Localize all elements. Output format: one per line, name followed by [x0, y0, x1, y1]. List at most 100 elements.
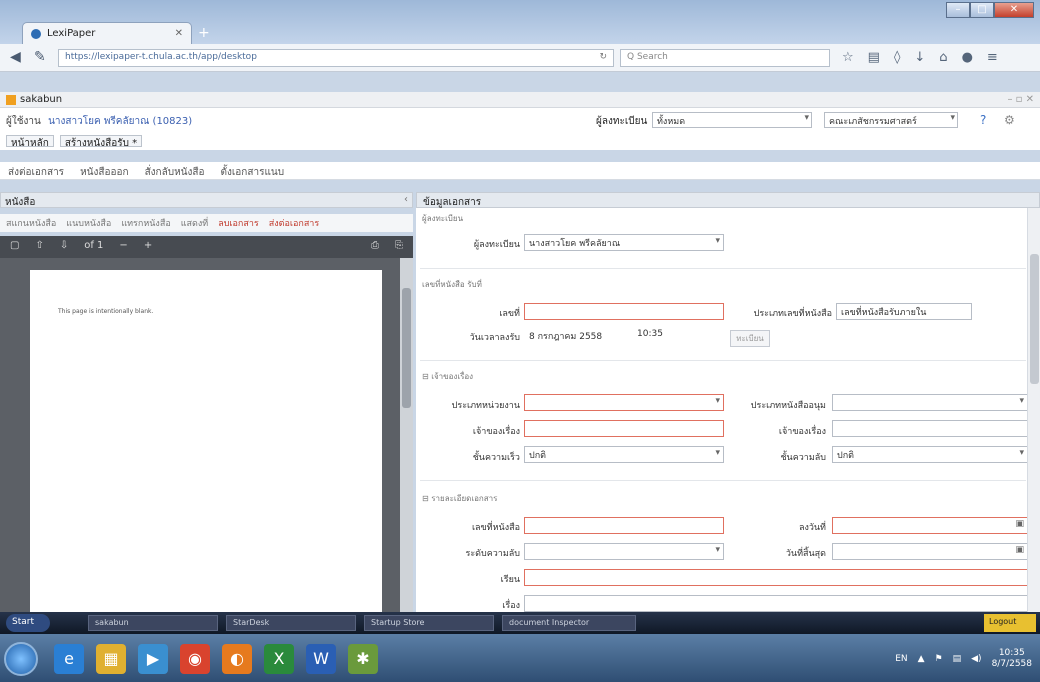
divider [420, 360, 1026, 361]
owner2-field[interactable] [832, 420, 1028, 437]
org-type-select[interactable]: ▾ [524, 394, 724, 411]
chrome-icon[interactable]: ◉ [180, 644, 210, 674]
pdf-scrollbar[interactable] [400, 258, 413, 612]
delete-document-button[interactable]: ลบเอกสาร [218, 216, 259, 230]
app-start-button[interactable]: Start [6, 614, 50, 632]
volume-icon[interactable]: ◀) [971, 654, 981, 664]
reading-list-icon[interactable]: ▤ [868, 50, 880, 65]
menu-icon[interactable]: ≡ [987, 50, 998, 65]
flag-icon[interactable]: ⚑ [935, 654, 943, 664]
number-field[interactable] [524, 303, 724, 320]
form-scrollbar[interactable] [1027, 208, 1040, 612]
ie-icon[interactable]: e [54, 644, 84, 674]
to-field[interactable] [524, 569, 1028, 586]
date2-field[interactable]: ▣ [832, 517, 1028, 534]
zoom-out-icon[interactable]: − [119, 240, 127, 254]
calendar-icon[interactable]: ▣ [1015, 545, 1024, 555]
sidebar-toggle-icon[interactable]: ▢ [10, 240, 19, 254]
download-icon[interactable]: ↓ [914, 50, 925, 65]
taskbar-item-document-inspector[interactable]: document Inspector [502, 615, 636, 631]
url-bar[interactable]: https://lexipaper-t.chula.ac.th/app/desk… [58, 49, 614, 67]
print-icon[interactable]: ⎙ [371, 240, 379, 254]
book-type-select[interactable]: ▾ [832, 394, 1028, 411]
app-tool-icon[interactable]: ✱ [348, 644, 378, 674]
back-icon[interactable]: ◀ [10, 49, 21, 65]
bookmark-star-icon[interactable]: ☆ [842, 50, 854, 65]
pdf-viewer[interactable]: This page is intentionally blank. [0, 258, 413, 612]
language-indicator[interactable]: EN [895, 654, 907, 664]
show-button[interactable]: แสดงที่ [181, 216, 208, 230]
attach-button[interactable]: แนบหนังสือ [66, 216, 111, 230]
home-icon[interactable]: ⌂ [939, 50, 947, 65]
user-row: ผู้ใช้งาน นางสาวโยค พรีคลัยาณ (10823) ผู… [0, 108, 1040, 132]
windows-taskbar: e ▦ ▶ ◉ ◐ X W ✱ EN ▲ ⚑ ▤ ◀) 10:35 8/7/25… [0, 634, 1040, 682]
minimize-button[interactable]: – [946, 2, 970, 18]
registrar-filter-select[interactable]: ทั้งหมด ▾ [652, 112, 812, 128]
media-icon[interactable]: ▶ [138, 644, 168, 674]
subject-field[interactable] [524, 595, 1028, 612]
chevron-down-icon: ▾ [715, 448, 720, 458]
page-up-icon[interactable]: ⇧ [35, 240, 43, 254]
document-info-form: ผู้ลงทะเบียน ผู้ลงทะเบียน นางสาวโยค พรีค… [416, 208, 1040, 612]
scan-button[interactable]: สแกนหนังสือ [6, 216, 56, 230]
page-down-icon[interactable]: ⇩ [60, 240, 68, 254]
help-icon[interactable]: ? [980, 113, 986, 127]
register-button[interactable]: ทะเบียน [730, 330, 770, 347]
logout-button[interactable]: Logout [984, 614, 1036, 632]
addons-icon[interactable]: ● [962, 50, 973, 65]
send-document-button[interactable]: ส่งต่อเอกสาร [269, 216, 319, 230]
browser-titlebar: LexiPaper ✕ + – □ ✕ [0, 0, 1040, 44]
pdf-scroll-thumb[interactable] [402, 288, 411, 408]
section-book-number: เลขที่หนังสือ รับที่ [422, 280, 482, 289]
network-icon[interactable]: ▤ [953, 654, 962, 664]
collapse-icon[interactable]: ‹ [404, 194, 408, 205]
number-type-field[interactable]: เลขที่หนังสือรับภายใน [836, 303, 972, 320]
outgoing-book-button[interactable]: หนังสือออก [80, 165, 129, 178]
organization-select[interactable]: คณะเภสัชกรรมศาสตร์ ▾ [824, 112, 958, 128]
clock[interactable]: 10:35 8/7/2558 [992, 648, 1032, 670]
excel-icon[interactable]: X [264, 644, 294, 674]
windows-start-button[interactable] [4, 642, 38, 676]
doc-no-field[interactable] [524, 517, 724, 534]
maximize-button[interactable]: □ [970, 2, 994, 18]
reload-icon[interactable]: ↻ [599, 52, 607, 62]
secrecy-select[interactable]: ปกติ ▾ [832, 446, 1028, 463]
zoom-in-icon[interactable]: + [144, 240, 152, 254]
app-window-bar: sakabun – ▫ ✕ [0, 92, 1040, 108]
pocket-icon[interactable]: ◊ [894, 50, 900, 65]
received-time-field[interactable]: 10:35 [632, 327, 692, 344]
close-window-button[interactable]: ✕ [994, 2, 1034, 18]
identity-icon[interactable]: ✎ [34, 49, 46, 65]
forward-document-button[interactable]: ส่งต่อเอกสาร [8, 165, 64, 178]
registrar-select[interactable]: นางสาวโยค พรีคลัยาณ ▾ [524, 234, 724, 251]
new-tab-button[interactable]: + [198, 25, 210, 41]
attachment-button[interactable]: ตั้งเอกสารแนบ [221, 165, 285, 178]
taskbar-item-stardesk[interactable]: StarDesk [226, 615, 356, 631]
return-book-button[interactable]: สั่งกลับหนังสือ [145, 165, 205, 178]
clock-date: 8/7/2558 [991, 659, 1032, 669]
taskbar-item-startup-store[interactable]: Startup Store [364, 615, 494, 631]
download-pdf-icon[interactable]: ⎘ [395, 240, 403, 254]
section-details-title: รายละเอียดเอกสาร [431, 494, 498, 503]
search-input[interactable]: Q Search [620, 49, 830, 67]
settings-gear-icon[interactable]: ⚙ [1004, 113, 1015, 127]
word-icon[interactable]: W [306, 644, 336, 674]
owner-field[interactable] [524, 420, 724, 437]
received-date-field[interactable]: 8 กรกฎาคม 2558 [524, 327, 628, 344]
tray-arrow-icon[interactable]: ▲ [918, 654, 925, 664]
insert-button[interactable]: แทรกหนังสือ [121, 216, 170, 230]
window-mini-controls-icon[interactable]: – ▫ ✕ [1007, 94, 1034, 105]
tab-close-icon[interactable]: ✕ [175, 28, 183, 39]
confidential-select[interactable]: ▾ [524, 543, 724, 560]
expire-field[interactable]: ▣ [832, 543, 1028, 560]
user-name-link[interactable]: นางสาวโยค พรีคลัยาณ (10823) [48, 116, 192, 127]
form-scroll-thumb[interactable] [1030, 254, 1039, 384]
calendar-icon[interactable]: ▣ [1015, 519, 1024, 529]
tab-create-incoming[interactable]: สร้างหนังสือรับ * [59, 135, 143, 149]
browser-tab[interactable]: LexiPaper ✕ [22, 22, 192, 44]
taskbar-item-sakabun[interactable]: sakabun [88, 615, 218, 631]
firefox-icon[interactable]: ◐ [222, 644, 252, 674]
explorer-icon[interactable]: ▦ [96, 644, 126, 674]
urgency-select[interactable]: ปกติ ▾ [524, 446, 724, 463]
tab-home[interactable]: หน้าหลัก [6, 135, 54, 149]
